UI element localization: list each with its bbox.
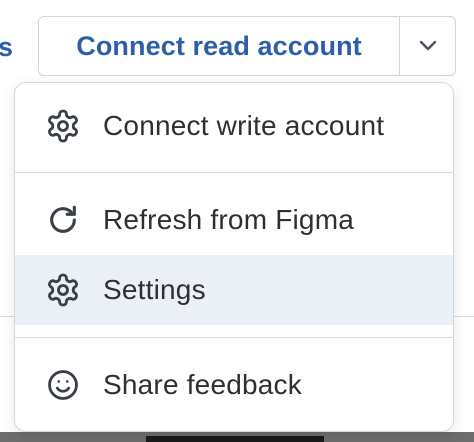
menu-item-share-feedback[interactable]: Share feedback bbox=[15, 350, 453, 420]
menu-item-settings[interactable]: Settings bbox=[15, 255, 453, 325]
menu-item-label: Share feedback bbox=[103, 369, 302, 400]
menu-item-connect-write-account[interactable]: Connect write account bbox=[15, 91, 453, 161]
truncated-link[interactable]: s bbox=[0, 30, 13, 64]
refresh-icon bbox=[45, 202, 81, 238]
dropdown-toggle-button[interactable] bbox=[400, 17, 455, 75]
menu-divider bbox=[15, 172, 453, 173]
gear-icon bbox=[45, 272, 81, 308]
gear-icon bbox=[45, 108, 81, 144]
connect-split-button: Connect read account bbox=[38, 16, 456, 76]
menu-divider bbox=[15, 337, 453, 338]
chevron-down-icon bbox=[419, 40, 436, 51]
connect-read-account-button[interactable]: Connect read account bbox=[39, 17, 399, 75]
menu-item-label: Settings bbox=[103, 274, 206, 305]
menu-item-label: Refresh from Figma bbox=[103, 204, 354, 235]
menu-item-refresh-from-figma[interactable]: Refresh from Figma bbox=[15, 185, 453, 255]
dropdown-menu: Connect write account Refresh from Figma… bbox=[14, 82, 454, 432]
menu-item-label: Connect write account bbox=[103, 110, 385, 141]
smile-icon bbox=[45, 367, 81, 403]
page: s Connect read account Connect write acc… bbox=[0, 0, 474, 442]
bottom-bar-segment bbox=[146, 436, 324, 442]
